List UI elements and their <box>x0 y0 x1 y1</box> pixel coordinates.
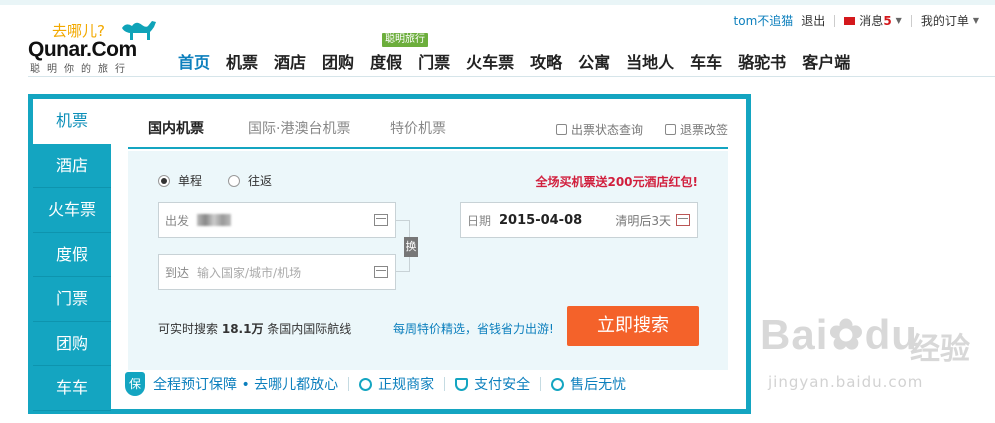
category-sidebar: 机票 酒店 火车票 度假 门票 团购 车车 <box>33 99 111 411</box>
sidebar-item[interactable]: 门票 <box>33 277 111 322</box>
divider <box>348 377 350 391</box>
nav-item[interactable]: 攻略 <box>522 50 570 76</box>
nav-item[interactable]: 门票 <box>410 50 458 76</box>
divider <box>910 14 912 27</box>
arrival-placeholder: 输入国家/城市/机场 <box>197 265 302 280</box>
radio-empty-icon <box>228 174 240 187</box>
sidebar-item[interactable]: 火车票 <box>33 188 111 233</box>
sidebar-item[interactable]: 团购 <box>33 322 111 366</box>
guarantee-main[interactable]: 全程预订保障 • 去哪儿都放心 <box>153 374 338 394</box>
one-way-radio[interactable]: 单程 <box>158 172 202 189</box>
divider <box>444 377 446 391</box>
stat-suffix: 条国内国际航线 <box>267 322 352 336</box>
logo-en-text: Qunar.Com <box>28 38 137 61</box>
heart-icon <box>551 377 565 391</box>
nav-item[interactable]: 公寓 <box>570 50 618 76</box>
nav-badge: 聪明旅行 <box>382 33 428 47</box>
round-trip-label: 往返 <box>248 174 273 188</box>
messages-label: 消息 <box>859 14 884 28</box>
guarantee-bar: 保 全程预订保障 • 去哪儿都放心 正规商家 支付安全 售后无忧 <box>125 372 626 396</box>
departure-label: 出发 <box>165 213 190 228</box>
mail-icon <box>844 16 856 25</box>
divider <box>540 377 542 391</box>
weekly-deals-link[interactable]: 每周特价精选，省钱省力出游! <box>393 320 554 337</box>
logout-link[interactable]: 退出 <box>801 12 825 29</box>
shield-icon: 保 <box>125 372 145 396</box>
main-nav: 首页 机票 酒店 团购 度假 门票 火车票 攻略 公寓 当地人 车车 骆驼书 客户端 <box>170 50 858 76</box>
sidebar-item[interactable]: 车车 <box>33 366 111 411</box>
departure-field[interactable]: 出发 <box>158 202 396 238</box>
radio-selected-icon <box>158 174 170 187</box>
my-orders-link[interactable]: 我的订单 <box>921 12 969 29</box>
watermark-url: jingyan.baidu.com <box>768 373 924 391</box>
username-link[interactable]: tom不追猫 <box>734 12 794 29</box>
paw-icon: ✿ <box>828 311 865 358</box>
date-hint: 清明后3天 <box>615 213 671 228</box>
nav-item[interactable]: 机票 <box>218 50 266 76</box>
nav-item[interactable]: 车车 <box>682 50 730 76</box>
watermark-cn: 经验 <box>910 332 970 367</box>
nav-item[interactable]: 酒店 <box>266 50 314 76</box>
arrival-field[interactable]: 到达 输入国家/城市/机场 <box>158 254 396 290</box>
tab-domestic[interactable]: 国内机票 <box>148 118 204 138</box>
divider <box>834 14 836 27</box>
baidu-watermark: Bai✿du 经验 jingyan.baidu.com <box>760 310 990 410</box>
nav-item[interactable]: 客户端 <box>794 50 858 76</box>
sidebar-item[interactable]: 度假 <box>33 233 111 277</box>
qunar-logo[interactable]: 去哪儿? Qunar.Com 聪明你的旅行 <box>28 18 168 76</box>
verified-icon <box>359 377 373 391</box>
date-label: 日期 <box>467 213 492 228</box>
flight-tabs: 国内机票 国际·港澳台机票 特价机票 出票状态查询 退票改签 <box>128 99 728 149</box>
flight-search-box: 机票 酒店 火车票 度假 门票 团购 车车 国内机票 国际·港澳台机票 特价机票 出票状态查… <box>28 94 751 414</box>
user-bar: tom不追猫 退出 消息5 ▼ 我的订单 ▼ <box>734 12 979 29</box>
nav-item[interactable]: 当地人 <box>618 50 682 76</box>
chevron-down-icon[interactable]: ▼ <box>896 16 902 25</box>
messages-count: 5 <box>883 14 892 28</box>
watermark-main: Bai✿du <box>760 310 918 359</box>
swap-button[interactable]: 换 <box>404 237 418 257</box>
refund-label: 退票改签 <box>680 123 729 137</box>
round-trip-radio[interactable]: 往返 <box>228 172 272 189</box>
nav-item[interactable]: 火车票 <box>458 50 522 76</box>
tab-international[interactable]: 国际·港澳台机票 <box>248 118 350 138</box>
shield-check-icon <box>455 377 469 391</box>
search-button[interactable]: 立即搜索 <box>567 306 699 346</box>
lock-icon <box>556 124 567 135</box>
promo-text[interactable]: 全场买机票送200元酒店红包! <box>535 173 698 190</box>
sidebar-item[interactable]: 机票 <box>33 99 111 144</box>
guarantee-item-aftersale[interactable]: 售后无忧 <box>570 374 626 394</box>
messages-link[interactable]: 消息5 <box>859 12 891 29</box>
route-stat: 可实时搜索 18.1万 条国内国际航线 <box>158 320 351 337</box>
watermark-main-a: Bai <box>760 311 829 358</box>
chevron-down-icon[interactable]: ▼ <box>973 16 979 25</box>
city-picker-icon[interactable] <box>374 214 388 226</box>
nav-item[interactable]: 团购 <box>314 50 362 76</box>
departure-value-blurred <box>197 214 232 226</box>
search-panel: 单程 往返 全场买机票送200元酒店红包! 出发 到达 输入国家/城市/机场 换… <box>128 151 728 370</box>
calendar-icon[interactable] <box>676 214 690 226</box>
guarantee-item-merchant[interactable]: 正规商家 <box>378 374 434 394</box>
document-icon <box>665 124 676 135</box>
nav-item[interactable]: 首页 <box>170 50 218 76</box>
tab-special[interactable]: 特价机票 <box>390 118 446 138</box>
arrival-label: 到达 <box>165 265 190 280</box>
guarantee-item-payment[interactable]: 支付安全 <box>474 374 530 394</box>
one-way-label: 单程 <box>178 174 203 188</box>
ticket-status-link[interactable]: 出票状态查询 <box>556 121 643 138</box>
date-value: 2015-04-08 <box>499 212 583 228</box>
date-field[interactable]: 日期 2015-04-08 清明后3天 <box>460 202 698 238</box>
stat-prefix: 可实时搜索 <box>158 322 219 336</box>
city-picker-icon[interactable] <box>374 266 388 278</box>
refund-link[interactable]: 退票改签 <box>665 121 728 138</box>
header-divider <box>28 76 995 77</box>
logo-slogan: 聪明你的旅行 <box>30 64 132 75</box>
sidebar-item[interactable]: 酒店 <box>33 144 111 188</box>
stat-value: 18.1万 <box>221 322 264 336</box>
nav-item[interactable]: 骆驼书 <box>730 50 794 76</box>
ticket-status-label: 出票状态查询 <box>571 123 644 137</box>
top-strip <box>0 0 995 5</box>
nav-item[interactable]: 度假 <box>362 50 410 76</box>
